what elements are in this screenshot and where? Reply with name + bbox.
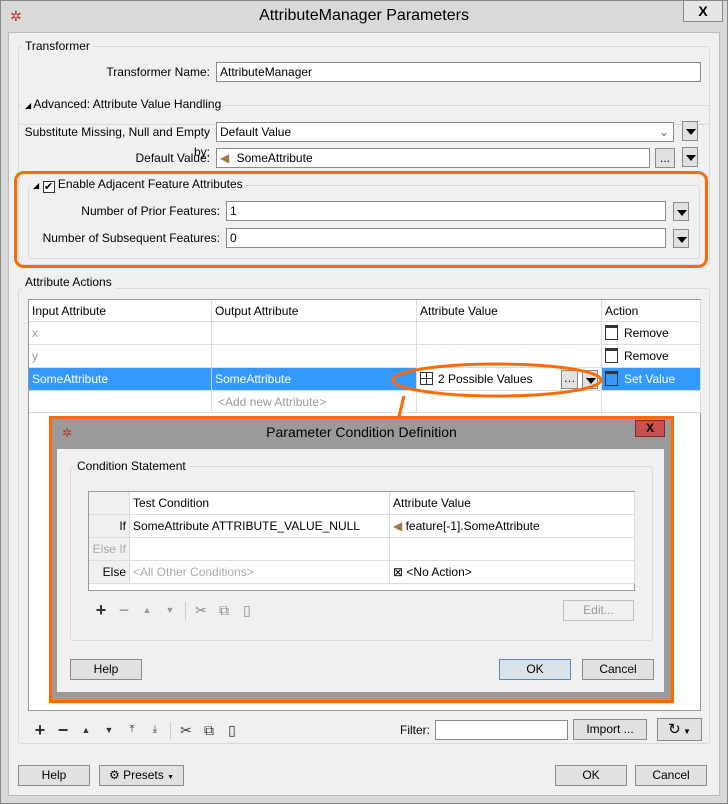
move-bottom-icon[interactable]: ⤓ xyxy=(147,722,163,740)
refresh-icon: ↻ xyxy=(668,721,681,738)
cancel-button[interactable]: Cancel xyxy=(635,765,707,786)
subdialog-cancel-button[interactable]: Cancel xyxy=(582,659,654,680)
attribute-icon: ◀ xyxy=(393,519,403,533)
test-condition-cell[interactable]: SomeAttribute ATTRIBUTE_VALUE_NULL xyxy=(130,515,390,538)
dropdown-arrow-icon: ▼ xyxy=(167,774,175,781)
condition-value-cell[interactable]: ⊠ <No Action> xyxy=(390,561,635,584)
move-top-icon[interactable]: ⤒ xyxy=(124,722,140,740)
filter-input[interactable] xyxy=(435,720,568,740)
condition-statement-legend: Condition Statement xyxy=(74,459,189,473)
paste-icon[interactable]: ▯ xyxy=(239,602,255,620)
attribute-toolbar: + − ▲ ▼ ⤒ ⤓ ✂ ⧉ ▯ xyxy=(32,721,240,740)
subdialog-close-button[interactable]: X xyxy=(635,420,665,437)
dropdown-arrow-icon: ▼ xyxy=(680,727,691,736)
row-kind: Else xyxy=(89,561,130,584)
add-icon[interactable]: + xyxy=(32,721,48,740)
cut-icon[interactable]: ✂ xyxy=(178,722,194,740)
copy-icon[interactable]: ⧉ xyxy=(216,602,232,620)
subdialog-help-button[interactable]: Help xyxy=(70,659,142,680)
move-up-icon[interactable]: ▲ xyxy=(78,722,94,740)
subdialog-ok-button[interactable]: OK xyxy=(499,659,571,680)
ok-button[interactable]: OK xyxy=(555,765,627,786)
move-down-icon[interactable]: ▼ xyxy=(101,722,117,740)
toolbar-separator xyxy=(170,722,171,740)
test-condition-cell[interactable] xyxy=(130,538,390,561)
test-condition-cell[interactable]: <All Other Conditions> xyxy=(130,561,390,584)
filter-label: Filter: xyxy=(400,723,430,737)
gear-icon: ⚙ xyxy=(108,768,120,782)
cut-icon[interactable]: ✂ xyxy=(193,602,209,620)
condition-value-text: feature[-1].SomeAttribute xyxy=(405,519,540,533)
paste-icon[interactable]: ▯ xyxy=(224,722,240,740)
refresh-button[interactable]: ↻ ▼ xyxy=(657,718,702,741)
row-kind: If xyxy=(89,515,130,538)
presets-button[interactable]: ⚙ Presets ▼ xyxy=(99,765,184,786)
remove-icon[interactable]: − xyxy=(116,601,132,620)
condition-value-cell[interactable]: ◀ feature[-1].SomeAttribute xyxy=(390,515,635,538)
add-icon[interactable]: + xyxy=(93,601,109,620)
presets-label: Presets xyxy=(123,768,164,782)
import-button[interactable]: Import ... xyxy=(573,719,647,740)
move-up-icon[interactable]: ▲ xyxy=(139,602,155,620)
move-down-icon[interactable]: ▼ xyxy=(162,602,178,620)
condition-table: Test Condition Attribute Value If SomeAt… xyxy=(88,491,635,591)
remove-icon[interactable]: − xyxy=(55,721,71,740)
column-header[interactable]: Test Condition xyxy=(130,492,390,515)
highlight-ellipse xyxy=(391,362,603,398)
condition-value-text: <No Action> xyxy=(406,565,472,579)
condition-value-cell[interactable] xyxy=(390,538,635,561)
row-kind: Else If xyxy=(89,538,130,561)
subdialog-title: Parameter Condition Definition xyxy=(266,424,457,440)
condition-toolbar: + − ▲ ▼ ✂ ⧉ ▯ xyxy=(93,601,255,620)
edit-button[interactable]: Edit... xyxy=(563,600,634,621)
column-header xyxy=(89,492,130,515)
copy-icon[interactable]: ⧉ xyxy=(201,722,217,740)
toolbar-separator xyxy=(185,602,186,620)
help-button[interactable]: Help xyxy=(18,765,90,786)
column-header[interactable]: Attribute Value xyxy=(390,492,635,515)
no-action-icon: ⊠ xyxy=(393,565,404,579)
